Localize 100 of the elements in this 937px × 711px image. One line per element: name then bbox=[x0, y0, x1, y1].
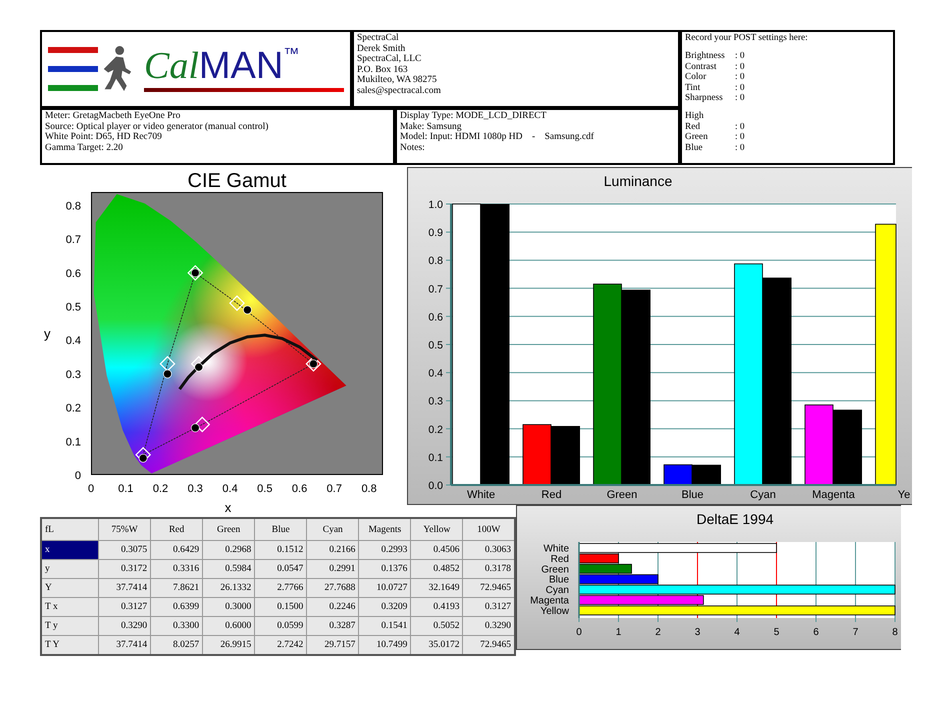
measured-point bbox=[190, 268, 200, 278]
tick-label: 0.3 bbox=[428, 396, 443, 408]
setting-value: : 0 bbox=[735, 51, 745, 62]
table-cell: 0.2246 bbox=[306, 598, 359, 616]
tick-label: 0.3 bbox=[188, 483, 203, 495]
setting-value: : 0 bbox=[735, 122, 745, 132]
table-cell: 0.5984 bbox=[202, 560, 255, 578]
category-label: Blue bbox=[548, 574, 569, 586]
table-cell: 0.0547 bbox=[254, 560, 307, 578]
setting-value: : 0 bbox=[735, 82, 745, 94]
target-marker bbox=[160, 356, 176, 372]
setting-value: : 0 bbox=[735, 93, 745, 104]
category-label: Yellow bbox=[540, 606, 569, 617]
display-info-line: Model: Input: HDMI 1080p HD - Samsung.cdf bbox=[400, 132, 595, 143]
measured-point bbox=[163, 370, 172, 378]
display-info-line: Notes: bbox=[400, 142, 426, 154]
category-label: Blue bbox=[681, 489, 704, 501]
table-cell: 0.3316 bbox=[150, 560, 203, 578]
tick-label: 0.8 bbox=[66, 200, 81, 212]
tick-label: 1 bbox=[616, 627, 622, 638]
measured-point bbox=[190, 424, 200, 432]
table-cell: 0.0599 bbox=[254, 616, 307, 636]
row-header[interactable]: Y bbox=[41, 578, 98, 598]
category-label: Green bbox=[541, 564, 569, 576]
tick-label: 0.1 bbox=[118, 483, 134, 495]
setting-label: Blue bbox=[685, 142, 704, 154]
table-cell: 0.3172 bbox=[98, 560, 151, 578]
logo-stripe bbox=[48, 66, 98, 72]
axis-label: x bbox=[224, 500, 232, 515]
row-header[interactable]: T x bbox=[41, 598, 98, 616]
contact-line: SpectraCal bbox=[357, 33, 400, 44]
table-cell: 27.7688 bbox=[306, 578, 359, 598]
setting-value: : 0 bbox=[735, 142, 745, 154]
contact-line: Mukilteo, WA 98275 bbox=[357, 75, 438, 86]
table-cell: 0.3000 bbox=[202, 598, 255, 616]
settings-group-title: High bbox=[685, 111, 705, 122]
target-marker bbox=[194, 416, 210, 432]
display-info-line: Make: Samsung bbox=[400, 122, 462, 132]
table-cell: 0.2166 bbox=[306, 540, 359, 560]
bar bbox=[664, 464, 692, 486]
meter-info-line: White Point: D65, HD Rec709 bbox=[45, 132, 163, 143]
logo-stripe bbox=[48, 47, 98, 53]
table-cell: 0.3209 bbox=[358, 598, 411, 616]
tick-label: 1.0 bbox=[428, 199, 443, 211]
setting-label: Sharpness bbox=[685, 93, 724, 104]
row-header[interactable]: T y bbox=[41, 616, 98, 636]
display-info-line: Display Type: MODE_LCD_DIRECT bbox=[400, 111, 548, 122]
table-cell: 0.6399 bbox=[150, 598, 203, 616]
post-settings-title: Record your POST settings here: bbox=[685, 33, 809, 44]
table-cell: 0.4852 bbox=[410, 560, 463, 578]
tick-label: 0.6 bbox=[428, 311, 443, 324]
setting-label: Tint bbox=[685, 82, 702, 94]
table-cell: 2.7766 bbox=[254, 578, 307, 598]
tick-label: 0.2 bbox=[152, 483, 168, 495]
category-label: Red bbox=[550, 554, 569, 565]
table-cell: 0.1500 bbox=[254, 598, 307, 616]
tick-label: 0.7 bbox=[326, 483, 342, 495]
row-header[interactable]: x bbox=[41, 540, 98, 560]
table-cell: 0.2991 bbox=[306, 560, 359, 578]
setting-label: Contrast bbox=[685, 62, 718, 72]
tick-label: 0.8 bbox=[361, 483, 377, 495]
tick-label: 0 bbox=[88, 483, 94, 495]
tick-label: 0.5 bbox=[66, 302, 81, 314]
category-label: Magenta bbox=[530, 596, 569, 606]
bar bbox=[551, 426, 580, 485]
setting-value: : 0 bbox=[735, 72, 745, 83]
bar bbox=[522, 424, 552, 486]
contact-line: SpectraCal, LLC bbox=[357, 54, 422, 65]
column-header: Magents bbox=[358, 518, 411, 540]
tick-label: 0.7 bbox=[66, 234, 81, 246]
tick-label: 0.4 bbox=[428, 368, 443, 380]
tick-label: 0.7 bbox=[428, 283, 443, 296]
category-label: White bbox=[466, 489, 496, 501]
table-cell: 0.3300 bbox=[150, 616, 203, 636]
column-header: Green bbox=[202, 518, 255, 540]
row-header[interactable]: y bbox=[41, 560, 98, 578]
column-header: Yellow bbox=[410, 518, 463, 540]
table-cell: 0.1376 bbox=[358, 560, 411, 578]
target-marker bbox=[187, 264, 204, 281]
table-cell: 0.3127 bbox=[98, 598, 151, 616]
setting-label: Green bbox=[685, 132, 709, 143]
chart-title: DeltaE 1994 bbox=[696, 511, 774, 527]
logo-stripe bbox=[48, 85, 98, 91]
table-cell: 0.1541 bbox=[358, 616, 411, 636]
contact-line: P.O. Box 163 bbox=[357, 64, 409, 75]
tick-label: 0.6 bbox=[66, 268, 81, 280]
tick-label: 5 bbox=[774, 627, 780, 638]
tick-label: 7 bbox=[852, 627, 858, 638]
tick-label: 0.2 bbox=[66, 402, 81, 415]
tick-label: 0.2 bbox=[428, 424, 443, 436]
tick-label: 4 bbox=[734, 627, 740, 638]
tick-label: 0.6 bbox=[292, 483, 308, 495]
setting-value: : 0 bbox=[735, 132, 745, 143]
category-label: Cyan bbox=[750, 489, 776, 501]
table-cell: 0.5052 bbox=[410, 616, 463, 636]
table-cell: 10.0727 bbox=[358, 578, 411, 598]
measured-point bbox=[243, 306, 252, 314]
setting-label: Color bbox=[685, 72, 708, 83]
setting-label: Brightness bbox=[685, 51, 726, 62]
setting-value: : 0 bbox=[735, 62, 745, 72]
